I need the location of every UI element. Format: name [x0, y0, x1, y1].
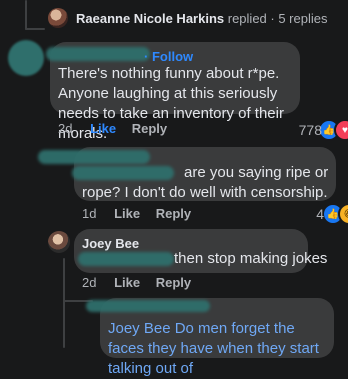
redacted-name: [46, 47, 150, 61]
follow-link[interactable]: · Follow: [144, 49, 193, 64]
like-button[interactable]: Like: [114, 206, 140, 221]
comment-actions: 2d Like Reply: [58, 121, 167, 136]
reaction-count: 4: [316, 206, 324, 222]
reactions[interactable]: 778 👍 ♥: [299, 119, 348, 141]
reply-button[interactable]: Reply: [156, 206, 191, 221]
comment-time[interactable]: 1d: [82, 206, 96, 221]
comment-actions: 2d Like Reply: [82, 275, 191, 290]
comment-text: then stop making jokes: [174, 250, 328, 267]
replied-row[interactable]: Raeanne Nicole Harkins replied · 5 repli…: [76, 11, 327, 26]
thread-line: [25, 0, 27, 30]
redacted-name: [38, 150, 150, 164]
comment-actions: 1d Like Reply: [82, 206, 191, 221]
thread-line: [63, 258, 65, 348]
reaction-count: 778: [298, 122, 322, 138]
reply-author-name[interactable]: Raeanne Nicole Harkins: [76, 11, 224, 26]
avatar[interactable]: [8, 40, 44, 76]
like-button[interactable]: Like: [114, 275, 140, 290]
comment-author-name[interactable]: Joey Bee: [82, 236, 139, 251]
avatar[interactable]: [48, 8, 68, 28]
dot-separator: ·: [144, 49, 149, 64]
redacted-name: [86, 300, 210, 312]
redacted-mention: [78, 252, 174, 266]
reactions[interactable]: 4 👍 😆: [316, 203, 348, 225]
comment-time[interactable]: 2d: [82, 275, 96, 290]
follow-label[interactable]: Follow: [152, 49, 193, 64]
comment-text: Joey Bee Do men forget the faces they ha…: [108, 320, 319, 377]
reply-button[interactable]: Reply: [132, 121, 167, 136]
avatar[interactable]: [48, 231, 70, 253]
replies-count[interactable]: replied · 5 replies: [228, 11, 328, 26]
like-button[interactable]: Like: [90, 121, 116, 136]
comment-time[interactable]: 2d: [58, 121, 72, 136]
thread-line: [25, 28, 45, 30]
reply-button[interactable]: Reply: [156, 275, 191, 290]
comment-text: are you saying ripe or rope? I don't do …: [82, 164, 329, 201]
